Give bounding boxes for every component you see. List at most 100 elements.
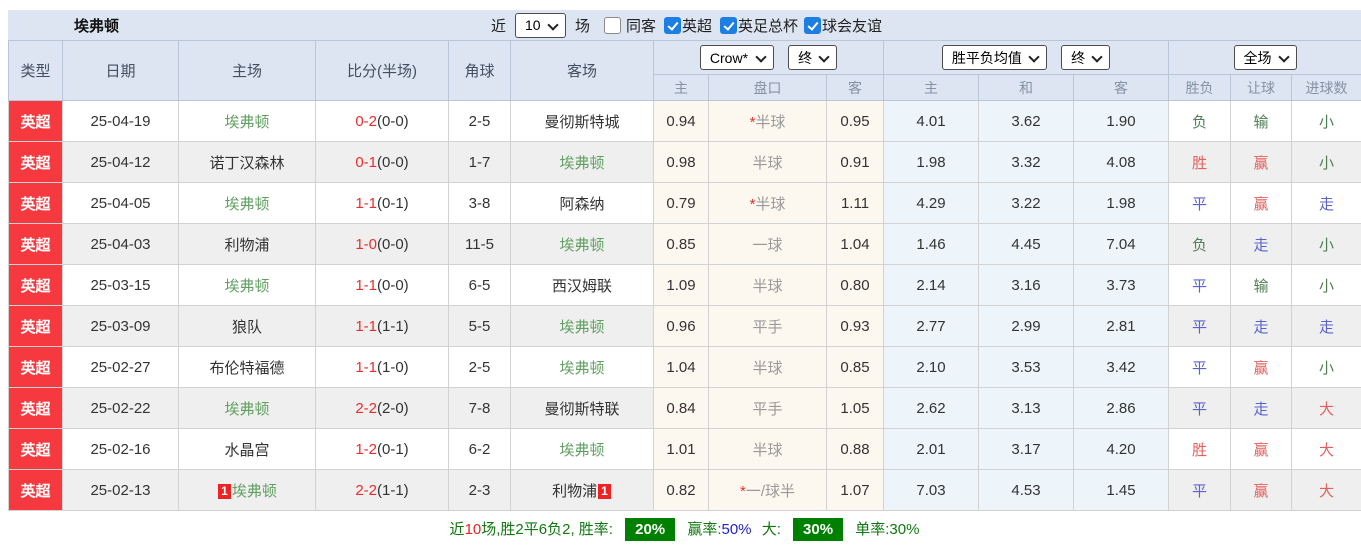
fulltime-score: 1-1 xyxy=(355,318,377,335)
home-team-name[interactable]: 利物浦 xyxy=(224,237,269,254)
table-row: 英超 25-03-15 埃弗顿 1-1(0-0) 6-5 西汉姆联 1.09 半… xyxy=(9,265,1361,306)
checkbox-icon[interactable] xyxy=(604,17,621,34)
result-cell: 胜 xyxy=(1169,142,1231,183)
corners-cell: 5-5 xyxy=(449,306,511,347)
win-rate-badge: 20% xyxy=(625,518,675,541)
league-badge[interactable]: 英超 xyxy=(9,388,63,429)
away-team-name[interactable]: 曼彻斯特联 xyxy=(544,401,619,418)
eu-draw-odds: 3.17 xyxy=(979,429,1074,470)
filter-same-opponent[interactable]: 同客 xyxy=(604,15,656,36)
league-badge[interactable]: 英超 xyxy=(9,306,63,347)
home-team-name[interactable]: 布伦特福德 xyxy=(209,360,284,377)
result-cell: 平 xyxy=(1169,183,1231,224)
ah-away-odds: 0.93 xyxy=(827,306,884,347)
ah-line-cell: 平手 xyxy=(709,388,827,429)
away-team-name[interactable]: 埃弗顿 xyxy=(559,237,604,254)
away-team-name[interactable]: 埃弗顿 xyxy=(559,360,604,377)
ah-home-odds: 0.98 xyxy=(654,142,709,183)
team-title: 埃弗顿 xyxy=(74,15,119,36)
record-summary: 场,胜2平6负2, 胜率: xyxy=(481,521,613,538)
home-team-name[interactable]: 诺丁汉森林 xyxy=(209,155,284,172)
away-team-cell: 埃弗顿 xyxy=(511,429,654,470)
league-badge[interactable]: 英超 xyxy=(9,265,63,306)
away-team-name[interactable]: 埃弗顿 xyxy=(559,319,604,336)
away-team-name[interactable]: 埃弗顿 xyxy=(559,155,604,172)
away-team-name[interactable]: 利物浦 xyxy=(552,483,597,500)
subcol-ah-away: 客 xyxy=(827,75,884,101)
ah-home-odds: 0.82 xyxy=(654,470,709,511)
checkbox-icon[interactable] xyxy=(804,17,821,34)
corners-cell: 2-5 xyxy=(449,347,511,388)
league-badge[interactable]: 英超 xyxy=(9,470,63,511)
col-corners: 角球 xyxy=(449,41,511,101)
away-team-name[interactable]: 阿森纳 xyxy=(559,196,604,213)
handicap-rate-value: 50% xyxy=(722,521,752,538)
europe-odds-time-select[interactable]: 终 xyxy=(1061,45,1110,70)
away-team-name[interactable]: 曼彻斯特城 xyxy=(544,114,619,131)
table-body: 英超 25-04-19 埃弗顿 0-2(0-0) 2-5 曼彻斯特城 0.94 … xyxy=(9,101,1361,511)
home-team-name[interactable]: 水晶宫 xyxy=(224,442,269,459)
home-team-name[interactable]: 狼队 xyxy=(232,319,262,336)
ah-line-cell: 半球 xyxy=(709,347,827,388)
home-team-name[interactable]: 埃弗顿 xyxy=(224,114,269,131)
ah-line-cell: *一/球半 xyxy=(709,470,827,511)
subcol-result: 胜负 xyxy=(1169,75,1231,101)
checkbox-icon[interactable] xyxy=(664,17,681,34)
home-team-name[interactable]: 埃弗顿 xyxy=(232,483,277,500)
europe-odds-type-select-wrap: 胜平负均值 xyxy=(942,45,1047,70)
fulltime-score: 0-2 xyxy=(355,113,377,130)
team-match-history-panel: 埃弗顿 近 10 场 同客 英超 英足总杯 球会友谊 xyxy=(8,10,1361,549)
goals-result-cell: 大 xyxy=(1292,429,1361,470)
away-team-name[interactable]: 西汉姆联 xyxy=(552,278,612,295)
home-team-cell: 埃弗顿 xyxy=(179,265,316,306)
scope-select[interactable]: 全场 xyxy=(1234,45,1297,70)
corners-cell: 6-5 xyxy=(449,265,511,306)
recent-count-select[interactable]: 10 xyxy=(515,13,566,38)
eu-draw-odds: 2.99 xyxy=(979,306,1074,347)
filter-fa-cup[interactable]: 英足总杯 xyxy=(720,15,798,36)
home-team-name[interactable]: 埃弗顿 xyxy=(224,196,269,213)
ah-away-odds: 0.85 xyxy=(827,347,884,388)
eu-home-odds: 2.10 xyxy=(884,347,979,388)
match-date: 25-02-13 xyxy=(63,470,179,511)
ah-away-odds: 0.95 xyxy=(827,101,884,142)
odds-company-time-select[interactable]: 终 xyxy=(788,45,837,70)
odds-company-select[interactable]: Crow* xyxy=(700,45,774,70)
table-row: 英超 25-02-27 布伦特福德 1-1(1-0) 2-5 埃弗顿 1.04 … xyxy=(9,347,1361,388)
handicap-result-cell: 走 xyxy=(1231,306,1292,347)
fulltime-score: 1-1 xyxy=(355,359,377,376)
home-team-cell: 埃弗顿 xyxy=(179,388,316,429)
away-team-name[interactable]: 埃弗顿 xyxy=(559,442,604,459)
checkbox-icon[interactable] xyxy=(720,17,737,34)
eu-home-odds: 2.62 xyxy=(884,388,979,429)
away-team-cell: 埃弗顿 xyxy=(511,142,654,183)
goals-result-cell: 大 xyxy=(1292,388,1361,429)
halftime-score: (0-1) xyxy=(377,195,409,212)
home-team-cell: 狼队 xyxy=(179,306,316,347)
table-row: 英超 25-04-05 埃弗顿 1-1(0-1) 3-8 阿森纳 0.79 *半… xyxy=(9,183,1361,224)
league-badge[interactable]: 英超 xyxy=(9,347,63,388)
europe-odds-group-header: 胜平负均值 终 xyxy=(884,41,1169,75)
europe-odds-type-select[interactable]: 胜平负均值 xyxy=(942,45,1047,70)
ah-line: 半球 xyxy=(752,360,782,377)
league-badge[interactable]: 英超 xyxy=(9,101,63,142)
ah-line: 半球 xyxy=(752,442,782,459)
league-badge[interactable]: 英超 xyxy=(9,142,63,183)
ah-away-odds: 1.04 xyxy=(827,224,884,265)
home-team-name[interactable]: 埃弗顿 xyxy=(224,401,269,418)
halftime-score: (0-0) xyxy=(377,154,409,171)
fulltime-score: 0-1 xyxy=(355,154,377,171)
home-team-cell: 利物浦 xyxy=(179,224,316,265)
home-team-name[interactable]: 埃弗顿 xyxy=(224,278,269,295)
filter-premier-league[interactable]: 英超 xyxy=(664,15,712,36)
filter-club-friendly[interactable]: 球会友谊 xyxy=(804,15,882,36)
handicap-result-cell: 走 xyxy=(1231,388,1292,429)
league-badge[interactable]: 英超 xyxy=(9,224,63,265)
league-badge[interactable]: 英超 xyxy=(9,183,63,224)
ah-home-odds: 1.09 xyxy=(654,265,709,306)
ah-line: 半球 xyxy=(755,196,785,213)
league-badge[interactable]: 英超 xyxy=(9,429,63,470)
halftime-score: (1-1) xyxy=(377,318,409,335)
home-team-cell: 埃弗顿 xyxy=(179,183,316,224)
halftime-score: (0-0) xyxy=(377,113,409,130)
